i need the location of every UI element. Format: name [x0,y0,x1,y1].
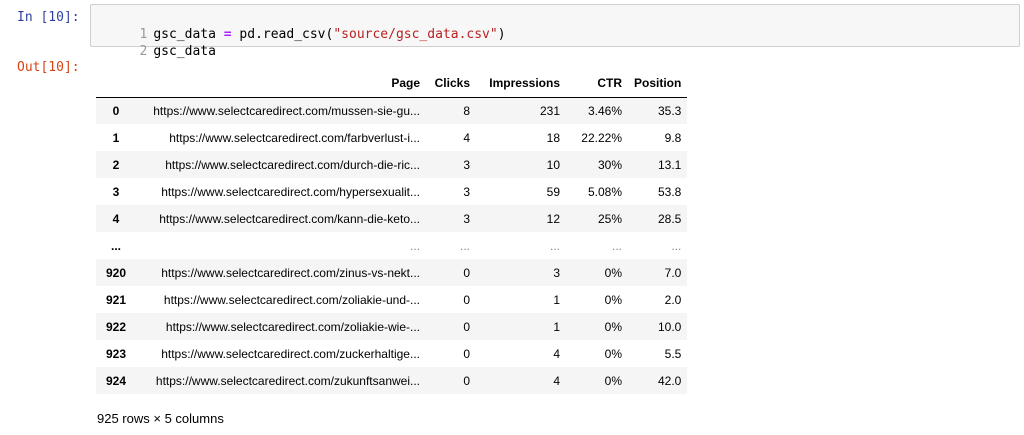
dataframe-shape: 925 rows × 5 columns [97,411,224,426]
cell-position: 35.3 [657,103,682,118]
code-call: pd.read_csv( [231,27,334,42]
cell-impressions: ... [549,238,560,253]
cell-page: https://www.selectcaredirect.com/durch-d… [165,157,420,172]
cell-clicks: 3 [463,184,470,199]
cell-impressions: 4 [553,346,560,361]
row-index: ... [110,238,121,253]
table-row: 923 https://www.selectcaredirect.com/zuck… [96,340,688,367]
cell-position: 9.8 [664,130,682,145]
cell-clicks: 3 [463,211,470,226]
cell-impressions: 12 [546,211,560,226]
cell-impressions: 59 [546,184,560,199]
cell-ctr: 5.08% [587,184,622,199]
cell-clicks: 0 [463,373,470,388]
table-row: 924 https://www.selectcaredirect.com/zuku… [96,367,688,394]
cell-impressions: 3 [553,265,560,280]
cell-ctr: 25% [597,211,622,226]
row-index: 924 [105,373,127,388]
row-index: 923 [105,346,127,361]
code-string: "source/gsc_data.csv" [333,27,498,42]
cell-position: 42.0 [657,373,682,388]
line-number: 2 [139,44,148,59]
row-index: 921 [105,292,127,307]
column-header-impressions: Impressions [476,70,566,98]
row-index: 920 [105,265,127,280]
cell-page: https://www.selectcaredirect.com/zoliaki… [163,292,420,307]
cell-ctr: 0% [604,319,622,334]
dataframe-table: Page Clicks Impressions CTR Position 0 ht… [96,70,688,394]
code-cell-editor[interactable]: 1 gsc_data = pd.read_csv("source/gsc_data… [90,4,1020,59]
output-prompt: Out[10]: [17,60,80,75]
cell-impressions: 1 [553,292,560,307]
column-header-ctr: CTR [566,70,628,98]
cell-position: ... [671,238,682,253]
code-operator: = [223,27,232,42]
table-row: 922 https://www.selectcaredirect.com/zoli… [96,313,688,340]
table-row: 1 https://www.selectcaredirect.com/farbve… [96,124,688,151]
cell-ctr: 30% [597,157,622,172]
cell-clicks: 4 [463,130,470,145]
cell-position: 53.8 [657,184,682,199]
cell-page: https://www.selectcaredirect.com/mussen-… [153,103,420,118]
cell-position: 7.0 [664,265,682,280]
cell-clicks: 0 [463,346,470,361]
cell-position: 28.5 [657,211,682,226]
input-prompt: In [10]: [17,10,80,25]
row-index: 0 [112,103,120,118]
cell-position: 10.0 [657,319,682,334]
cell-ctr: 0% [604,265,622,280]
cell-clicks: 0 [463,292,470,307]
cell-page: https://www.selectcaredirect.com/hyperse… [161,184,420,199]
cell-clicks: 0 [463,319,470,334]
row-index: 1 [112,130,120,145]
table-row: 921 https://www.selectcaredirect.com/zoli… [96,286,688,313]
cell-page: https://www.selectcaredirect.com/zinus-v… [161,265,420,280]
cell-clicks: 8 [463,103,470,118]
cell-page: https://www.selectcaredirect.com/zuckerh… [161,346,420,361]
code-line-1: 1 gsc_data = pd.read_csv("source/gsc_data… [91,9,505,42]
column-header-position: Position [628,70,688,98]
table-row: 2 https://www.selectcaredirect.com/durch-… [96,151,688,178]
cell-page: https://www.selectcaredirect.com/zoliaki… [165,319,420,334]
table-row: 920 https://www.selectcaredirect.com/zinu… [96,259,688,286]
cell-ctr: 0% [604,373,622,388]
cell-ctr: 0% [604,292,622,307]
cell-position: 13.1 [657,157,682,172]
cell-page: https://www.selectcaredirect.com/zukunft… [155,373,420,388]
cell-ctr: 3.46% [587,103,622,118]
cell-ctr: 0% [604,346,622,361]
cell-clicks: 3 [463,157,470,172]
cell-impressions: 231 [539,103,560,118]
cell-impressions: 18 [546,130,560,145]
table-row: 0 https://www.selectcaredirect.com/mussen… [96,97,688,124]
code-line-2: 2 gsc_data [91,26,215,59]
table-header-row: Page Clicks Impressions CTR Position [96,70,688,98]
row-index: 4 [112,211,120,226]
cell-position: 5.5 [664,346,682,361]
code-text: gsc_data [153,44,216,59]
cell-ctr: ... [611,238,622,253]
cell-clicks: ... [459,238,470,253]
cell-impressions: 10 [546,157,560,172]
cell-ctr: 22.22% [581,130,622,145]
index-header [96,70,136,98]
cell-position: 2.0 [664,292,682,307]
column-header-clicks: Clicks [426,70,476,98]
cell-impressions: 4 [553,373,560,388]
cell-impressions: 1 [553,319,560,334]
table-row: .................. [96,232,688,259]
table-row: 3 https://www.selectcaredirect.com/hypers… [96,178,688,205]
cell-page: https://www.selectcaredirect.com/farbver… [169,130,420,145]
row-index: 2 [112,157,120,172]
cell-page: ... [409,238,420,253]
row-index: 922 [105,319,127,334]
column-header-page: Page [136,70,426,98]
cell-clicks: 0 [463,265,470,280]
table-row: 4 https://www.selectcaredirect.com/kann-d… [96,205,688,232]
code-call-close: ) [497,27,506,42]
dataframe-output: Page Clicks Impressions CTR Position 0 ht… [96,70,688,394]
row-index: 3 [112,184,120,199]
cell-page: https://www.selectcaredirect.com/kann-di… [159,211,420,226]
